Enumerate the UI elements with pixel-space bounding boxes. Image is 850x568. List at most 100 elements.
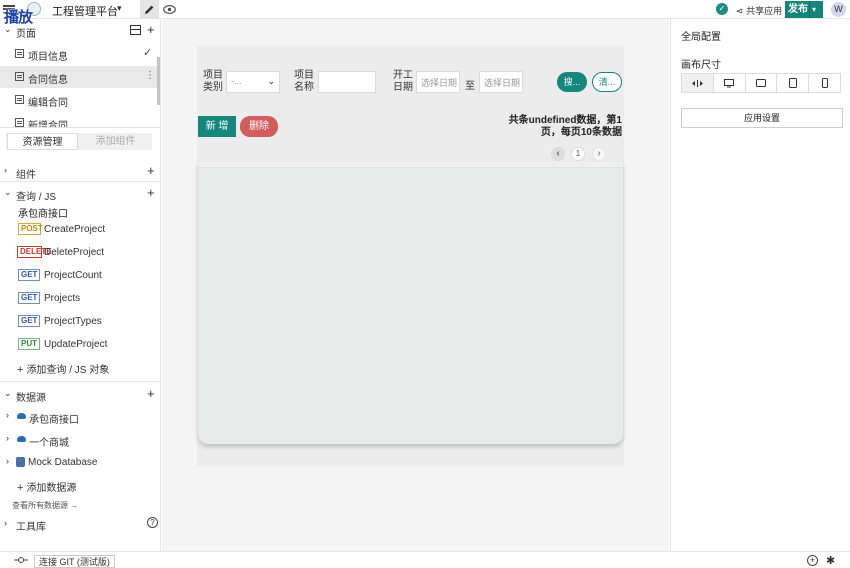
api-item-update-project[interactable]: PUT UpdateProject [0, 334, 161, 354]
record-count-text: 共条undefined数据，第1页，每页10条数据 [508, 115, 622, 138]
connect-git-button[interactable]: 连接 GIT (测试版) [34, 555, 115, 568]
chevron-right-icon[interactable]: › [6, 433, 9, 443]
method-badge: POST [18, 223, 43, 235]
start-date-from-input[interactable]: 选择日期 [416, 71, 460, 93]
queries-label: 查询 / JS [16, 192, 57, 203]
add-page-plus-icon[interactable]: + [147, 22, 155, 37]
pager-prev-button[interactable]: ‹ [551, 147, 565, 161]
add-widget-plus-icon[interactable]: + [147, 163, 155, 178]
method-badge: GET [18, 269, 40, 281]
cloud-icon [17, 436, 26, 442]
page-item-add-contract[interactable]: 新增合同 [0, 112, 157, 127]
page-icon [15, 118, 24, 127]
data-table[interactable] [198, 162, 623, 444]
add-datasource-plus-icon[interactable]: + [147, 386, 155, 401]
page-label: 新增合同 [28, 121, 68, 127]
datasources-section[interactable]: ⌄ 数据源 + [0, 385, 161, 404]
api-name: ProjectTypes [44, 316, 102, 327]
tab-add-widget[interactable]: 添加组件 [80, 133, 151, 150]
pages-scrollbar[interactable] [157, 57, 160, 105]
publish-button[interactable]: 发布 ▾ [785, 1, 823, 18]
app-name-chevron-down-icon[interactable]: ▾ [117, 3, 122, 14]
add-datasource-label: 添加数据源 [26, 483, 77, 494]
divider [0, 381, 161, 382]
publish-chevron-down-icon[interactable]: ▾ [812, 1, 816, 18]
datasource-item-contractor-api[interactable]: › 承包商接口 [0, 408, 161, 426]
app-settings-button[interactable]: 应用设置 [681, 108, 843, 128]
add-query-button[interactable]: + 添加查询 / JS 对象 [17, 361, 109, 376]
queries-section[interactable]: ⌄ 查询 / JS + [0, 184, 161, 203]
bottom-bar: 连接 GIT (测试版) + ✱ [0, 551, 850, 568]
page-icon [15, 95, 24, 104]
tab-resources[interactable]: 资源管理 [7, 133, 78, 150]
clear-button[interactable]: 清... [592, 72, 622, 92]
see-all-datasources-link[interactable]: 查看所有数据源 → [12, 500, 78, 511]
api-name: ProjectCount [44, 270, 102, 281]
pager-next-button[interactable]: › [592, 147, 606, 161]
start-date-to-input[interactable]: 选择日期 [479, 71, 523, 93]
method-badge: PUT [18, 338, 40, 350]
preview-button[interactable] [162, 2, 177, 17]
edit-mode-button[interactable] [140, 0, 159, 19]
right-properties-panel: 全局配置 画布尺寸 应用设置 [670, 19, 850, 551]
api-name: DeleteProject [44, 247, 105, 258]
editor-canvas[interactable]: 项目类别 -... ⌄ 项目名称 开工日期 选择日期 至 选择日期 搜... 清… [162, 19, 669, 551]
left-sidebar: ⌄ 页面 + 项目信息 ✓ 合同信息 ⋮ 编辑合同 新增合同 资源管理 添加组件… [0, 19, 161, 551]
chevron-right-icon[interactable]: › [6, 456, 9, 466]
mobile-icon[interactable] [809, 74, 840, 92]
cloud-icon [17, 413, 26, 419]
page-label: 编辑合同 [28, 98, 68, 109]
datasource-name: 一个商城 [29, 438, 69, 449]
help-icon[interactable]: ? [147, 517, 158, 528]
eye-icon [163, 5, 176, 14]
page-label: 合同信息 [28, 75, 68, 86]
avatar[interactable]: W [831, 2, 846, 17]
api-item-create-project[interactable]: POST CreateProject [0, 219, 161, 239]
chevron-right-icon[interactable]: › [4, 165, 7, 175]
page-item-contract-info[interactable]: 合同信息 ⋮ [0, 66, 157, 88]
chevron-right-icon[interactable]: › [6, 410, 9, 420]
widgets-section[interactable]: › 组件 + [0, 162, 161, 181]
datasource-item-mock-database[interactable]: › Mock Database [0, 454, 161, 472]
plus-icon: + [17, 364, 24, 376]
toolbox-label: 工具库 [16, 522, 46, 533]
page-icon [15, 72, 24, 81]
chevron-right-icon[interactable]: › [4, 518, 7, 528]
add-datasource-button[interactable]: + 添加数据源 [17, 479, 76, 494]
api-item-delete-project[interactable]: DELETE DeleteProject [0, 242, 161, 262]
share-icon: ⋖ [736, 6, 744, 16]
query-group-label: 承包商接口 [18, 209, 68, 220]
check-icon: ✓ [143, 47, 153, 59]
share-app-button[interactable]: ⋖ 共享应用 [736, 4, 782, 17]
toolbox-section[interactable]: › 工具库 ? [0, 515, 161, 533]
desktop-icon[interactable] [714, 74, 746, 92]
plus-icon: + [17, 482, 24, 494]
tablet-landscape-icon[interactable] [746, 74, 778, 92]
page-item-edit-contract[interactable]: 编辑合同 [0, 89, 157, 111]
add-query-plus-icon[interactable]: + [147, 185, 155, 200]
app-name[interactable]: 工程管理平台 [52, 3, 118, 19]
pager-page-number[interactable]: 1 [571, 147, 585, 161]
api-item-project-count[interactable]: GET ProjectCount [0, 265, 161, 285]
fluid-width-icon[interactable] [682, 74, 714, 92]
project-name-input[interactable] [318, 71, 376, 93]
api-item-projects[interactable]: GET Projects [0, 288, 161, 308]
project-type-select[interactable]: -... ⌄ [226, 71, 280, 93]
saved-status-icon: ✓ [716, 3, 728, 15]
project-type-placeholder: -... [231, 76, 242, 86]
search-button[interactable]: 搜... [557, 72, 587, 92]
page-item-project-info[interactable]: 项目信息 ✓ [0, 43, 157, 65]
delete-button[interactable]: 删除 [240, 116, 278, 137]
bug-icon[interactable]: ✱ [826, 554, 835, 567]
more-options-icon[interactable]: ⋮ [145, 70, 155, 81]
tablet-icon[interactable] [777, 74, 810, 92]
chevron-down-icon[interactable]: ⌄ [4, 187, 12, 198]
global-config-title: 全局配置 [681, 32, 721, 43]
chevron-down-icon[interactable]: ⌄ [4, 388, 12, 399]
start-date-label: 开工日期 [393, 70, 413, 93]
add-plus-icon[interactable]: + [807, 555, 818, 566]
add-button[interactable]: 新 增 [198, 116, 236, 137]
api-item-project-types[interactable]: GET ProjectTypes [0, 311, 161, 331]
layout-icon[interactable] [130, 25, 141, 35]
datasource-item-mall[interactable]: › 一个商城 [0, 431, 161, 449]
